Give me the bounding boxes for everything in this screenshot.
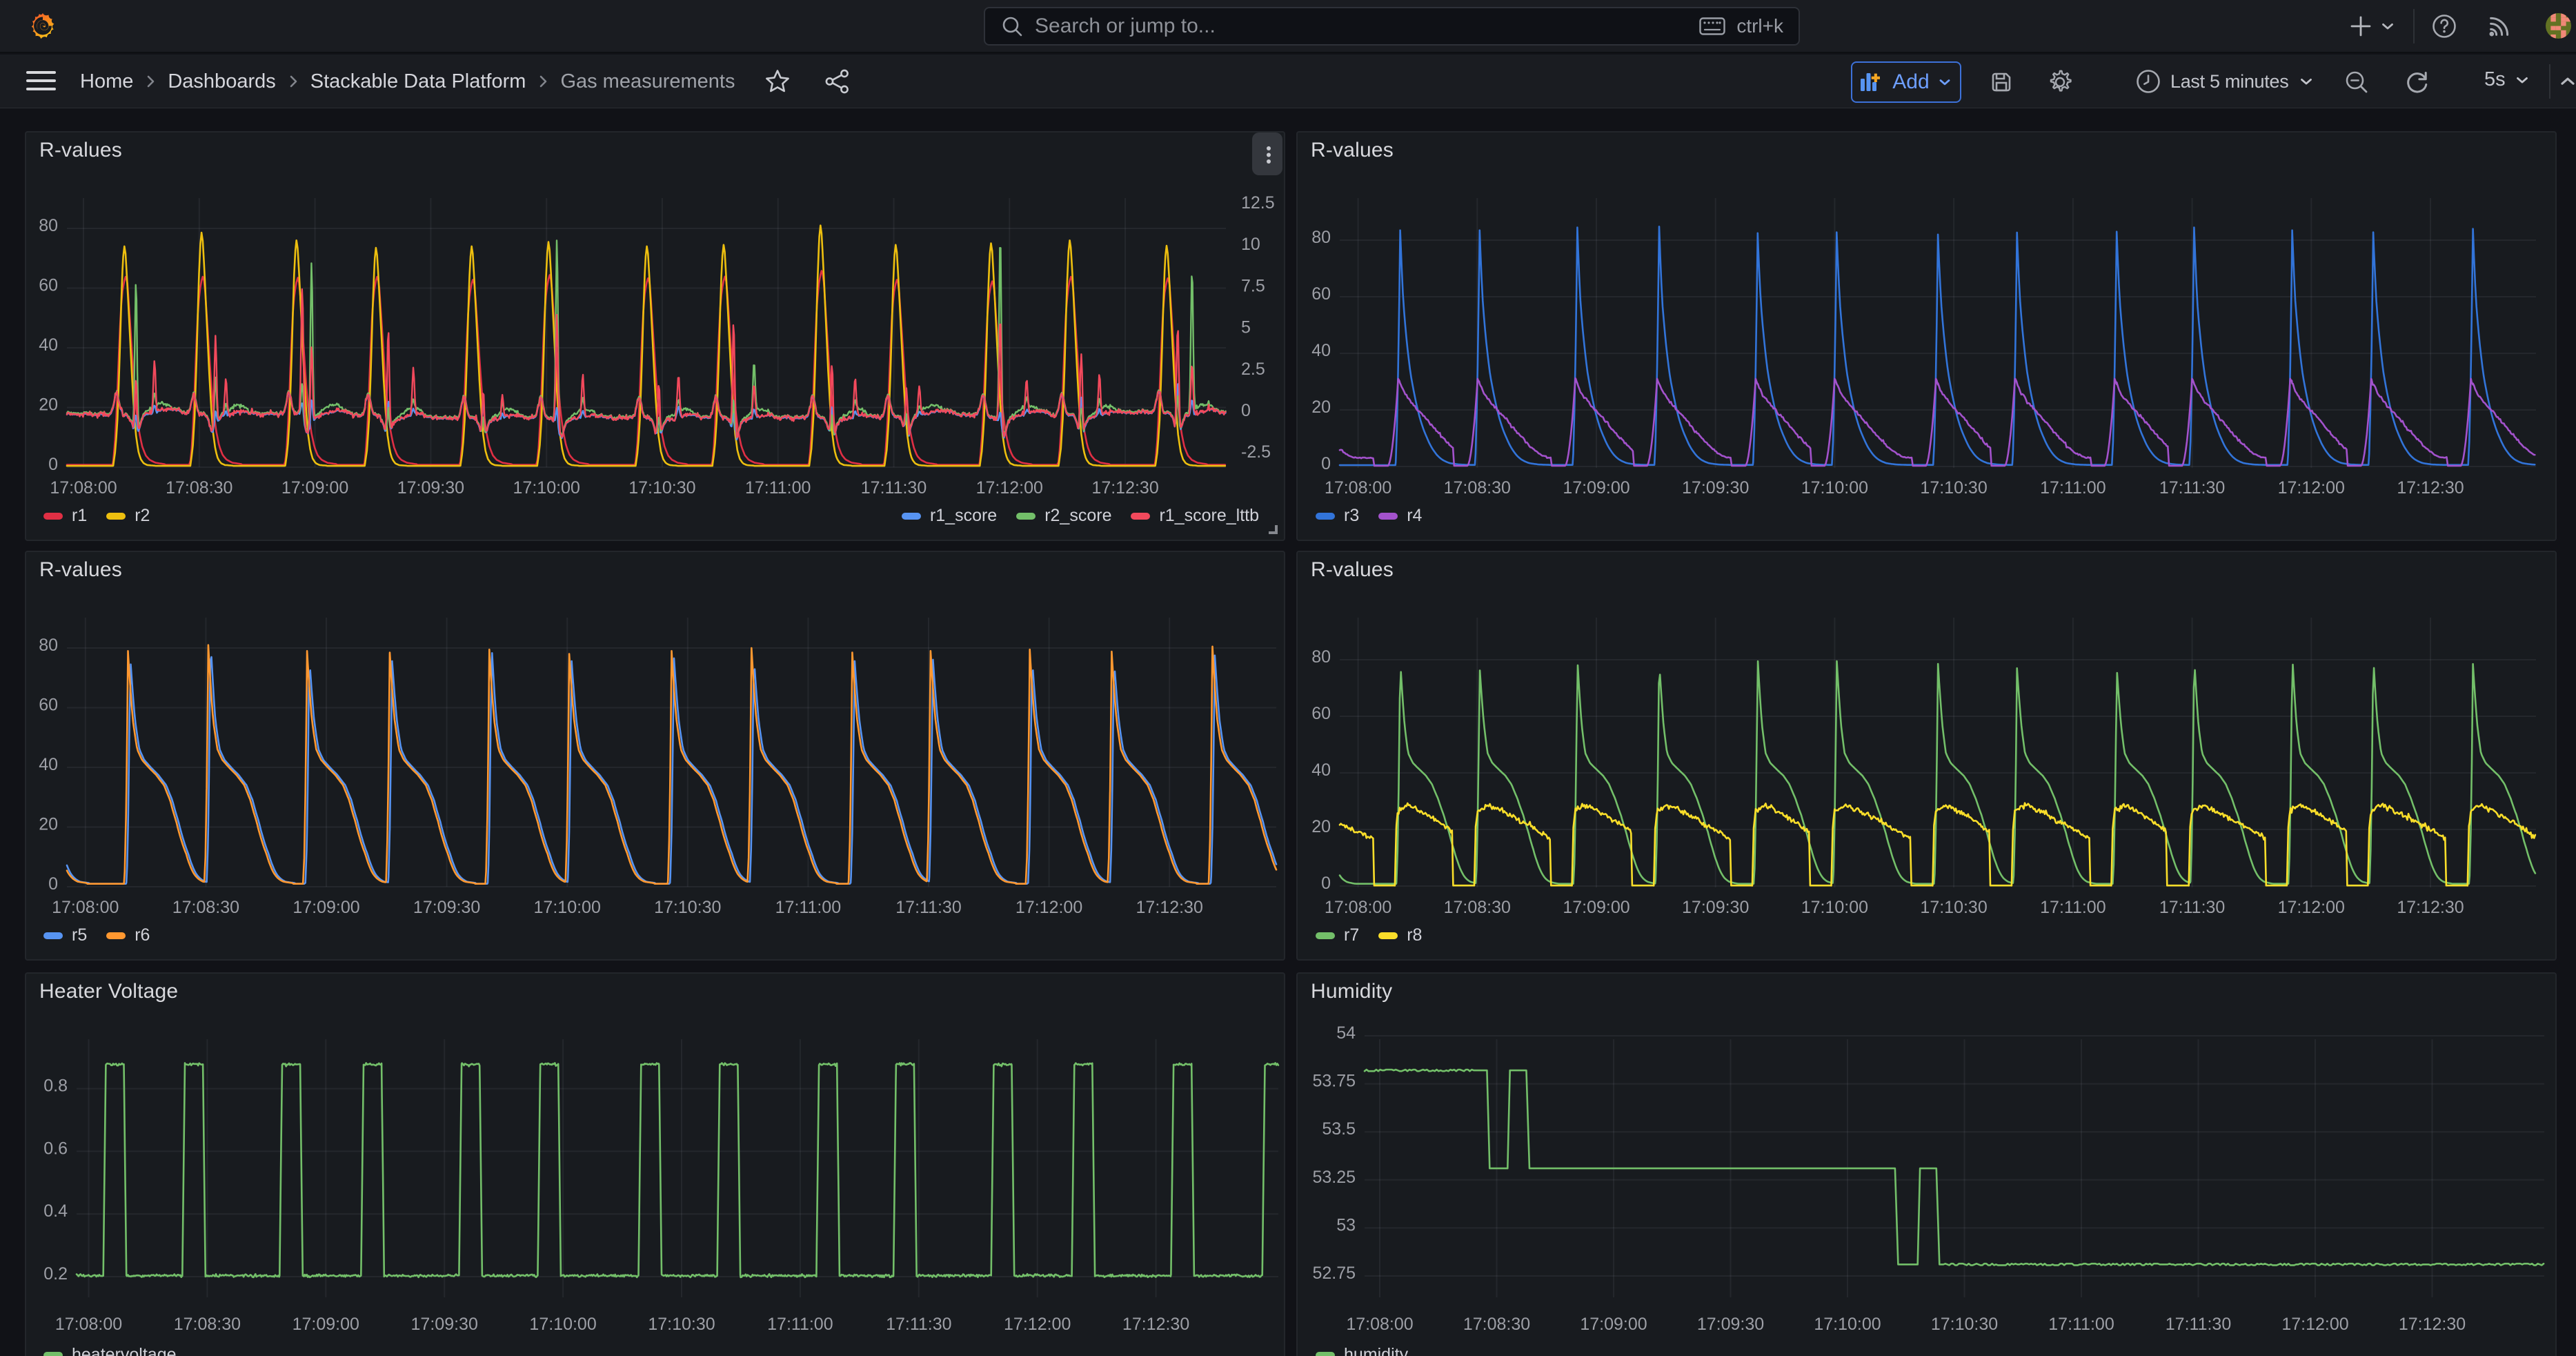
svg-text:17:08:30: 17:08:30: [166, 478, 232, 498]
svg-text:17:08:00: 17:08:00: [1325, 478, 1391, 498]
svg-text:52.75: 52.75: [1312, 1264, 1356, 1283]
svg-text:17:11:30: 17:11:30: [2166, 1315, 2231, 1334]
svg-text:7.5: 7.5: [1241, 276, 1265, 295]
svg-text:17:08:00: 17:08:00: [52, 898, 119, 917]
svg-text:40: 40: [39, 755, 58, 774]
svg-text:17:11:00: 17:11:00: [2040, 898, 2106, 917]
svg-text:17:11:30: 17:11:30: [895, 898, 961, 917]
svg-text:17:11:00: 17:11:00: [2040, 478, 2106, 498]
svg-text:20: 20: [39, 815, 58, 834]
svg-text:17:10:30: 17:10:30: [1920, 898, 1987, 917]
svg-text:20: 20: [39, 395, 58, 415]
svg-text:17:12:00: 17:12:00: [1015, 898, 1082, 917]
svg-text:17:11:30: 17:11:30: [861, 478, 927, 498]
svg-text:17:12:00: 17:12:00: [976, 478, 1043, 498]
svg-text:60: 60: [39, 696, 58, 715]
svg-text:17:11:30: 17:11:30: [886, 1315, 951, 1334]
svg-text:17:09:30: 17:09:30: [397, 478, 464, 498]
svg-text:17:09:30: 17:09:30: [413, 898, 480, 917]
svg-text:17:09:00: 17:09:00: [1563, 478, 1629, 498]
svg-text:17:08:30: 17:08:30: [174, 1315, 241, 1334]
svg-text:80: 80: [39, 636, 58, 655]
svg-text:0.2: 0.2: [43, 1264, 68, 1284]
svg-text:10: 10: [1241, 235, 1260, 254]
svg-text:17:11:00: 17:11:00: [745, 478, 811, 498]
svg-text:54: 54: [1336, 1023, 1356, 1043]
svg-text:17:12:30: 17:12:30: [2399, 1315, 2466, 1334]
svg-text:53.25: 53.25: [1312, 1168, 1356, 1187]
svg-text:17:09:00: 17:09:00: [293, 898, 359, 917]
svg-text:60: 60: [1311, 704, 1331, 723]
svg-text:17:11:00: 17:11:00: [767, 1315, 833, 1334]
svg-text:17:08:00: 17:08:00: [1325, 898, 1391, 917]
svg-text:17:08:30: 17:08:30: [1444, 478, 1511, 498]
svg-text:17:11:00: 17:11:00: [2048, 1315, 2114, 1334]
svg-text:40: 40: [1311, 760, 1331, 780]
svg-text:40: 40: [39, 335, 58, 355]
svg-text:17:09:30: 17:09:30: [1682, 898, 1749, 917]
svg-text:17:10:00: 17:10:00: [529, 1315, 596, 1334]
svg-text:17:10:30: 17:10:30: [1920, 478, 1987, 498]
svg-text:20: 20: [1311, 397, 1331, 417]
svg-text:17:12:30: 17:12:30: [2397, 478, 2464, 498]
svg-text:17:08:00: 17:08:00: [55, 1315, 122, 1334]
svg-text:17:12:30: 17:12:30: [1122, 1315, 1189, 1334]
svg-text:80: 80: [1311, 228, 1331, 247]
svg-text:17:10:30: 17:10:30: [648, 1315, 715, 1334]
svg-text:17:12:30: 17:12:30: [1136, 898, 1203, 917]
svg-text:17:08:00: 17:08:00: [1346, 1315, 1413, 1334]
svg-text:17:12:00: 17:12:00: [2281, 1315, 2348, 1334]
svg-text:17:10:30: 17:10:30: [628, 478, 695, 498]
svg-text:60: 60: [39, 276, 58, 295]
svg-text:0.8: 0.8: [43, 1077, 68, 1096]
svg-text:17:11:30: 17:11:30: [2159, 898, 2225, 917]
svg-text:12.5: 12.5: [1241, 193, 1275, 213]
svg-text:17:10:00: 17:10:00: [1814, 1315, 1881, 1334]
svg-text:-2.5: -2.5: [1241, 442, 1271, 462]
svg-text:17:10:00: 17:10:00: [1801, 478, 1868, 498]
svg-text:53: 53: [1336, 1215, 1356, 1235]
svg-text:17:08:30: 17:08:30: [1444, 898, 1511, 917]
svg-text:0: 0: [1241, 401, 1251, 420]
svg-text:17:10:30: 17:10:30: [654, 898, 721, 917]
svg-text:17:10:30: 17:10:30: [1931, 1315, 1998, 1334]
svg-text:53.5: 53.5: [1322, 1119, 1356, 1139]
svg-text:17:10:00: 17:10:00: [513, 478, 580, 498]
svg-text:17:12:00: 17:12:00: [2278, 478, 2345, 498]
svg-text:0: 0: [1321, 454, 1331, 473]
svg-text:5: 5: [1241, 318, 1251, 337]
svg-text:0.6: 0.6: [43, 1139, 68, 1158]
svg-text:17:12:30: 17:12:30: [2397, 898, 2464, 917]
svg-text:0: 0: [48, 455, 58, 474]
svg-text:80: 80: [39, 216, 58, 235]
svg-text:17:11:00: 17:11:00: [775, 898, 841, 917]
svg-text:60: 60: [1311, 284, 1331, 304]
svg-text:53.75: 53.75: [1312, 1072, 1356, 1091]
svg-text:17:08:30: 17:08:30: [172, 898, 239, 917]
svg-text:17:09:00: 17:09:00: [293, 1315, 359, 1334]
svg-text:0: 0: [1321, 874, 1331, 893]
svg-text:17:10:00: 17:10:00: [534, 898, 601, 917]
svg-text:0: 0: [48, 874, 58, 894]
svg-text:17:12:30: 17:12:30: [1091, 478, 1158, 498]
svg-text:17:09:00: 17:09:00: [281, 478, 348, 498]
svg-text:0.4: 0.4: [43, 1201, 68, 1221]
svg-text:17:09:00: 17:09:00: [1580, 1315, 1647, 1334]
svg-text:17:09:30: 17:09:30: [411, 1315, 478, 1334]
svg-text:2.5: 2.5: [1241, 360, 1265, 379]
svg-text:20: 20: [1311, 817, 1331, 836]
svg-text:17:12:00: 17:12:00: [2278, 898, 2345, 917]
svg-text:17:09:30: 17:09:30: [1697, 1315, 1764, 1334]
svg-text:40: 40: [1311, 341, 1331, 360]
svg-text:17:09:30: 17:09:30: [1682, 478, 1749, 498]
svg-text:17:11:30: 17:11:30: [2159, 478, 2225, 498]
svg-text:17:12:00: 17:12:00: [1004, 1315, 1071, 1334]
svg-text:17:10:00: 17:10:00: [1801, 898, 1868, 917]
svg-text:17:09:00: 17:09:00: [1563, 898, 1629, 917]
svg-text:80: 80: [1311, 647, 1331, 667]
svg-text:17:08:00: 17:08:00: [50, 478, 117, 498]
svg-text:17:08:30: 17:08:30: [1463, 1315, 1530, 1334]
